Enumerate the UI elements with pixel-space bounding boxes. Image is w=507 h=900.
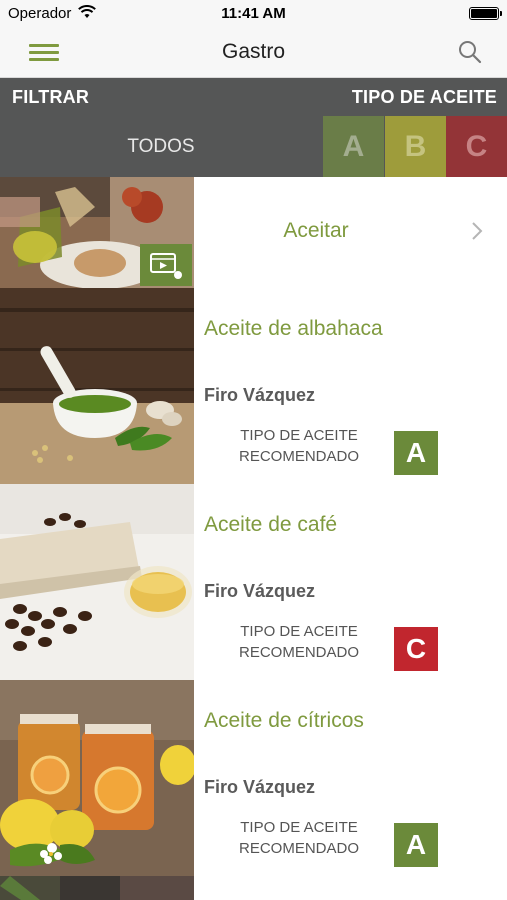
filter-type-c-button[interactable]: C [446, 116, 507, 177]
recipe-author: Firo Vázquez [204, 385, 316, 405]
list-item-recipe[interactable]: Aceite de cítricos Firo Vázquez TIPO DE … [194, 680, 507, 876]
recipe-thumbnail[interactable] [0, 484, 194, 680]
oil-type-badge: C [394, 627, 438, 671]
battery-icon [469, 7, 502, 20]
filter-type-a-button[interactable]: A [323, 116, 384, 177]
list-item-recipe[interactable] [194, 876, 507, 900]
search-icon[interactable] [457, 39, 483, 65]
filter-type-b-button[interactable]: B [385, 116, 446, 177]
list-item-recipe[interactable]: Aceite de albahaca Firo Vázquez TIPO DE … [194, 288, 507, 484]
list-item-aceitar[interactable]: Aceitar [194, 177, 507, 288]
recipe-thumbnail[interactable] [0, 876, 194, 900]
filter-all-button[interactable]: TODOS [0, 116, 322, 177]
recommended-oil-label: TIPO DE ACEITE RECOMENDADO [238, 623, 359, 661]
recipe-list[interactable]: Aceitar Aceite de albahaca Firo Vázquez … [0, 177, 507, 900]
oil-type-badge: A [394, 431, 438, 475]
list-item-recipe[interactable]: Aceite de café Firo Vázquez TIPO DE ACEI… [194, 484, 507, 680]
page-title: Gastro [221, 40, 286, 63]
recipe-title: Aceite de café [204, 513, 338, 536]
aceitar-thumbnail[interactable] [0, 177, 194, 288]
recommended-oil-label: TIPO DE ACEITE RECOMENDADO [238, 427, 359, 465]
chevron-right-icon [472, 222, 483, 240]
navigation-bar: Gastro [0, 28, 507, 78]
recipe-thumbnail[interactable] [0, 288, 194, 484]
filter-label: FILTRAR [12, 87, 90, 107]
oil-type-badge: A [394, 823, 438, 867]
recipe-thumbnail[interactable] [0, 680, 194, 876]
status-bar: Operador 11:41 AM [0, 0, 507, 28]
recommended-oil-label: TIPO DE ACEITE RECOMENDADO [238, 819, 359, 857]
list-item-label: Aceitar [283, 219, 349, 242]
clock: 11:41 AM [221, 5, 286, 22]
oil-type-label: TIPO DE ACEITE [351, 87, 497, 107]
recipe-author: Firo Vázquez [204, 777, 316, 797]
recipe-author: Firo Vázquez [204, 581, 316, 601]
recipe-title: Aceite de albahaca [204, 317, 383, 340]
filter-bar: FILTRAR TIPO DE ACEITE TODOS A B C [0, 78, 507, 177]
recipe-title: Aceite de cítricos [204, 709, 364, 732]
